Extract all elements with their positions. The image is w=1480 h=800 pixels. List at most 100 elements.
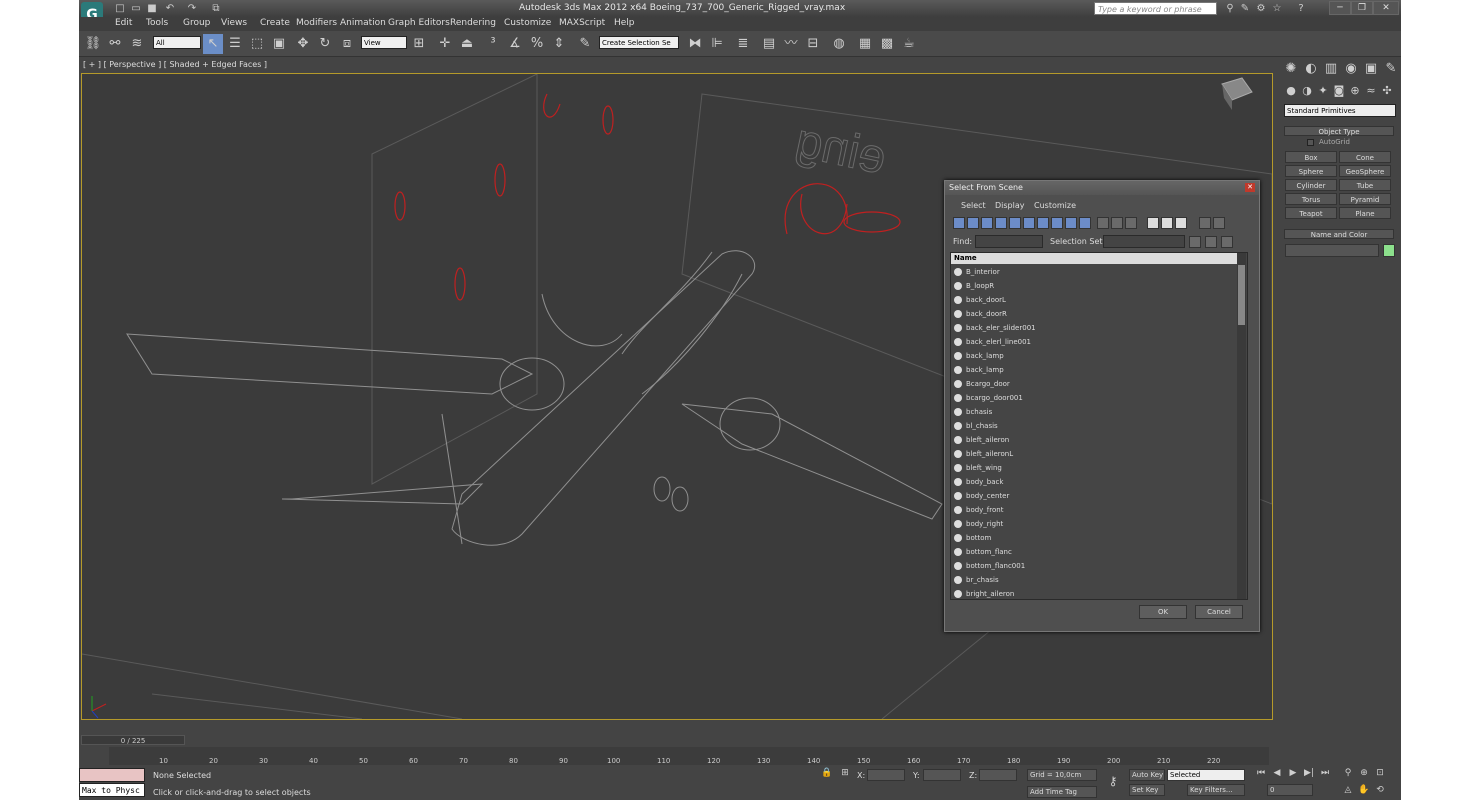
help-icon[interactable]: ? (1295, 3, 1307, 15)
modify-tab-icon[interactable]: ◐ (1301, 59, 1321, 79)
teapot-button[interactable]: Teapot (1285, 207, 1337, 219)
selection-set-add-icon[interactable] (1205, 236, 1217, 248)
display-children-icon[interactable] (1125, 217, 1137, 229)
list-item[interactable]: body_back (951, 475, 1241, 489)
filter-icon[interactable] (1199, 217, 1211, 229)
scale-icon[interactable]: ⧈ (337, 34, 357, 54)
zoom-icon[interactable]: ⚲ (1341, 765, 1355, 781)
pan-icon[interactable]: ✋ (1357, 782, 1371, 798)
dialog-menu-display[interactable]: Display (995, 201, 1025, 210)
list-item[interactable]: B_interior (951, 265, 1241, 279)
maxscript-listener-input[interactable] (79, 768, 145, 782)
minimize-button[interactable]: ─ (1329, 1, 1351, 15)
list-item[interactable]: Bcargo_door (951, 377, 1241, 391)
list-item[interactable]: body_front (951, 503, 1241, 517)
current-frame-field[interactable]: 0 (1267, 784, 1313, 796)
move-icon[interactable]: ✥ (293, 34, 313, 54)
name-column-header[interactable]: Name (951, 253, 1241, 264)
display-helpers-icon[interactable] (1009, 217, 1021, 229)
list-item[interactable]: bottom_flanc001 (951, 559, 1241, 573)
list-item[interactable]: back_doorL (951, 293, 1241, 307)
undo-icon[interactable]: ↶ (163, 2, 177, 15)
display-spacewarps-icon[interactable] (1023, 217, 1035, 229)
set-key-button[interactable]: Set Key (1129, 784, 1165, 796)
link-icon[interactable]: ⛓ (83, 34, 103, 54)
menu-create[interactable]: Create (260, 18, 290, 28)
maxscript-output[interactable]: Max to Physc (79, 783, 145, 797)
invert-selection-icon[interactable] (1175, 217, 1187, 229)
display-bones-icon[interactable] (1065, 217, 1077, 229)
display-lights-icon[interactable] (981, 217, 993, 229)
add-time-tag-button[interactable]: Add Time Tag (1027, 786, 1097, 798)
previous-frame-icon[interactable]: ◀ (1269, 765, 1285, 781)
display-frozen-icon[interactable] (1097, 217, 1109, 229)
pyramid-button[interactable]: Pyramid (1339, 193, 1391, 205)
list-item[interactable]: bright_aileron (951, 587, 1241, 599)
menu-edit[interactable]: Edit (115, 18, 132, 28)
exchange-icon[interactable]: ⚙ (1255, 3, 1267, 15)
display-geometry-icon[interactable] (953, 217, 965, 229)
snaps-toggle-icon[interactable]: ³ (483, 34, 503, 54)
binoculars-icon[interactable]: ⚲ (1224, 3, 1236, 15)
layer-manager-icon[interactable]: ≣ (733, 34, 753, 54)
keyboard-shortcut-icon[interactable]: ⏏ (457, 34, 477, 54)
viewport-label[interactable]: [ + ] [ Perspective ] [ Shaded + Edged F… (83, 60, 267, 69)
cone-button[interactable]: Cone (1339, 151, 1391, 163)
absolute-mode-icon[interactable]: ⊞ (839, 767, 851, 779)
display-shapes-icon[interactable] (967, 217, 979, 229)
list-item[interactable]: bl_chasis (951, 419, 1241, 433)
list-item[interactable]: br_chasis (951, 573, 1241, 587)
menu-group[interactable]: Group (183, 18, 210, 28)
box-button[interactable]: Box (1285, 151, 1337, 163)
next-frame-icon[interactable]: ▶| (1301, 765, 1317, 781)
create-tab-icon[interactable]: ✺ (1281, 59, 1301, 79)
selection-set-remove-icon[interactable] (1221, 236, 1233, 248)
new-icon[interactable]: □ (113, 2, 127, 15)
key-icon[interactable]: ⚷ (1103, 771, 1123, 791)
star-icon[interactable]: ☆ (1271, 3, 1283, 15)
utilities-tab-icon[interactable]: ✎ (1381, 59, 1401, 79)
list-scrollbar[interactable] (1237, 253, 1246, 599)
zoom-extents-icon[interactable]: ⊡ (1373, 765, 1387, 781)
track-bar[interactable]: 10 20 30 40 50 60 70 80 90 100 110 120 1… (109, 747, 1269, 765)
geosphere-button[interactable]: GeoSphere (1339, 165, 1391, 177)
reference-coordinate-dropdown[interactable]: View (361, 36, 407, 49)
hierarchy-tab-icon[interactable]: ▥ (1321, 59, 1341, 79)
schematic-view-icon[interactable]: ⊟ (803, 34, 823, 54)
display-groups-icon[interactable] (1037, 217, 1049, 229)
systems-icon[interactable]: ✣ (1377, 81, 1397, 101)
sphere-button[interactable]: Sphere (1285, 165, 1337, 177)
filter-options-icon[interactable] (1213, 217, 1225, 229)
rendered-frame-icon[interactable]: ▩ (877, 34, 897, 54)
graphite-ribbon-icon[interactable]: ▤ (759, 34, 779, 54)
list-item[interactable]: bleft_aileron (951, 433, 1241, 447)
y-coordinate-field[interactable] (923, 769, 961, 781)
torus-button[interactable]: Torus (1285, 193, 1337, 205)
rotate-icon[interactable]: ↻ (315, 34, 335, 54)
orbit-icon[interactable]: ⟲ (1373, 782, 1387, 798)
selection-filter-dropdown[interactable]: All (153, 36, 201, 49)
name-color-rollout[interactable]: Name and Color (1284, 229, 1394, 239)
object-color-swatch[interactable] (1383, 244, 1395, 257)
dialog-menu-select[interactable]: Select (961, 201, 986, 210)
selection-set-create-icon[interactable] (1189, 236, 1201, 248)
autogrid-checkbox[interactable] (1307, 139, 1314, 146)
cylinder-button[interactable]: Cylinder (1285, 179, 1337, 191)
select-none-icon[interactable] (1161, 217, 1173, 229)
selection-set-dropdown[interactable] (1103, 235, 1185, 248)
go-to-start-icon[interactable]: ⏮ (1253, 765, 1269, 781)
search-input[interactable]: Type a keyword or phrase (1094, 2, 1217, 15)
primitive-category-dropdown[interactable]: Standard Primitives (1284, 104, 1396, 117)
display-tab-icon[interactable]: ▣ (1361, 59, 1381, 79)
key-filters-button[interactable]: Key Filters... (1187, 784, 1245, 796)
dialog-menu-customize[interactable]: Customize (1034, 201, 1076, 210)
select-object-icon[interactable]: ↖ (203, 34, 223, 54)
align-icon[interactable]: ⊫ (707, 34, 727, 54)
scrollbar-thumb[interactable] (1238, 265, 1245, 325)
maximize-button[interactable]: ❐ (1351, 1, 1373, 15)
spinner-snap-icon[interactable]: ⇕ (549, 34, 569, 54)
display-containers-icon[interactable] (1079, 217, 1091, 229)
menu-tools[interactable]: Tools (146, 18, 168, 28)
bind-space-warp-icon[interactable]: ≋ (127, 34, 147, 54)
mirror-icon[interactable]: ⧓ (685, 34, 705, 54)
